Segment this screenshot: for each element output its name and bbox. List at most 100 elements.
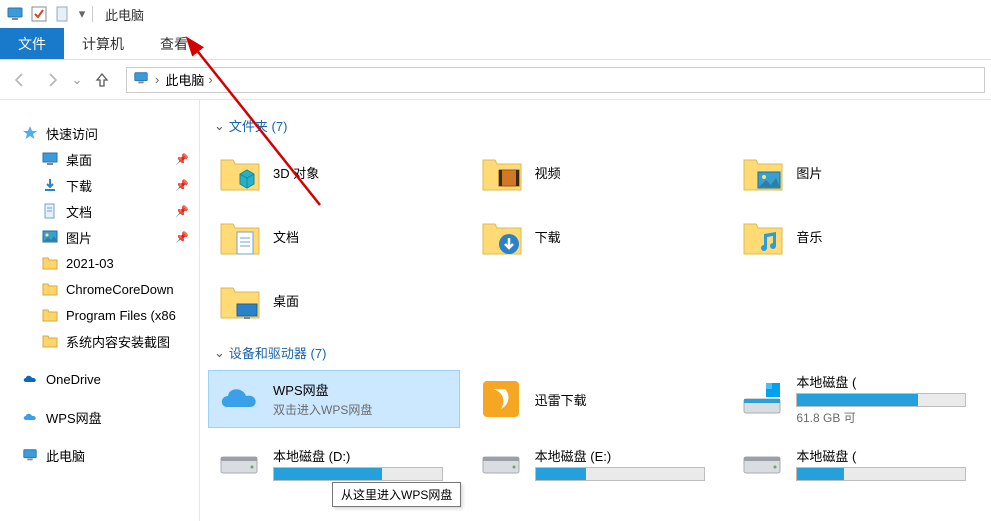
body: 快速访问 桌面📌下载📌文档📌图片📌2021-03ChromeCoreDownPr… [0,100,991,521]
sidebar-item[interactable]: 2021-03 [0,250,199,276]
sidebar-item[interactable]: 系统内容安装截图 [0,328,199,354]
group-header-label: 设备和驱动器 (7) [229,343,327,362]
folder-item[interactable]: 音乐 [731,207,983,265]
recent-dropdown[interactable]: ⌄ [70,66,84,94]
xunlei-icon [479,377,523,421]
title-divider [92,6,93,22]
group-header-folders[interactable]: ⌄ 文件夹 (7) [214,116,983,135]
tab-computer[interactable]: 计算机 [64,28,142,59]
forward-button[interactable] [38,66,66,94]
onedrive-icon [22,371,38,387]
sidebar-item[interactable]: 文档 📌 [0,198,199,224]
device-item[interactable]: 本地磁盘 ( [731,434,983,492]
sidebar-item[interactable]: ChromeCoreDown [0,276,199,302]
breadcrumb-crumb[interactable]: 此电脑 › [165,70,212,89]
item-name: 音乐 [796,227,822,246]
sidebar-quick-access[interactable]: 快速访问 [0,120,199,146]
chevron-down-icon: ⌄ [214,345,225,361]
chevron-right-icon[interactable]: › [208,72,212,87]
qat-item-icon[interactable] [52,3,74,25]
storage-bar [796,393,966,407]
this-pc-icon [22,447,38,463]
item-name: 下载 [535,227,561,246]
folders-grid: 3D 对象 视频 图片文档 下载 音乐桌面 [208,143,983,329]
folder-item[interactable]: 文档 [208,207,460,265]
pin-icon: 📌 [175,179,189,192]
folder-icon [42,307,58,323]
item-name: 3D 对象 [273,163,319,182]
folder-item[interactable]: 3D 对象 [208,143,460,201]
storage-bar [796,467,966,481]
sidebar-item-label: 2021-03 [66,256,114,271]
drive-icon [740,441,784,485]
content-pane: ⌄ 文件夹 (7) 3D 对象 视频 图片文档 下载 音乐桌面 ⌄ 设备和驱动器 (7)… [200,100,991,521]
group-header-label: 文件夹 (7) [229,116,288,135]
sidebar-this-pc[interactable]: 此电脑 [0,442,199,468]
drive-icon [217,441,261,485]
sidebar-onedrive[interactable]: OneDrive [0,366,199,392]
sidebar-item-label: 文档 [66,202,92,221]
device-item[interactable]: WPS网盘双击进入WPS网盘 [208,370,460,428]
item-name: 本地磁盘 ( [796,372,966,391]
up-button[interactable] [88,66,116,94]
item-name: 本地磁盘 (D:) [273,446,443,465]
group-header-devices[interactable]: ⌄ 设备和驱动器 (7) [214,343,983,362]
3d-icon [217,150,261,194]
pin-icon: 📌 [175,231,189,244]
window-title: 此电脑 [105,5,144,24]
sidebar-wps[interactable]: WPS网盘 [0,404,199,430]
storage-bar [273,467,443,481]
this-pc-icon [133,70,149,89]
folder-icon [42,333,58,349]
desktop-icon [42,151,58,167]
sidebar-item-label: 图片 [66,228,92,247]
qat-dropdown-icon[interactable]: ▾ [76,3,88,25]
quick-access-label: 快速访问 [46,124,199,143]
item-name: WPS网盘 [273,380,372,399]
wps-cloud-icon [22,409,38,425]
device-item[interactable]: 本地磁盘 (61.8 GB 可 [731,370,983,428]
this-pc-label: 此电脑 [46,446,199,465]
this-pc-icon[interactable] [4,3,26,25]
device-item[interactable]: 迅雷下载 [470,370,722,428]
item-name: 图片 [796,163,822,182]
sidebar-item[interactable]: 桌面📌 [0,146,199,172]
pin-icon: 📌 [175,205,189,218]
documents-icon [217,214,261,258]
folder-item[interactable]: 桌面 [208,271,460,329]
address-bar[interactable]: › 此电脑 › [126,67,985,93]
folder-item[interactable]: 图片 [731,143,983,201]
item-name: 视频 [535,163,561,182]
tooltip: 从这里进入WPS网盘 [332,482,461,507]
sidebar-item[interactable]: 下载📌 [0,172,199,198]
folder-item[interactable]: 视频 [470,143,722,201]
item-subtitle: 双击进入WPS网盘 [273,401,372,418]
folder-icon [42,281,58,297]
back-button[interactable] [6,66,34,94]
pin-icon: 📌 [175,153,189,166]
folder-item[interactable]: 下载 [470,207,722,265]
wps-icon [217,377,261,421]
tab-view[interactable]: 查看 [142,28,206,59]
folder-icon [42,255,58,271]
checkbox-qat-icon[interactable] [28,3,50,25]
star-icon [22,125,38,141]
item-name: 本地磁盘 (E:) [535,446,705,465]
music-icon [740,214,784,258]
item-name: 迅雷下载 [535,390,587,409]
tab-file[interactable]: 文件 [0,28,64,59]
item-name: 文档 [273,227,299,246]
devices-grid: WPS网盘双击进入WPS网盘 迅雷下载 本地磁盘 (61.8 GB 可本地磁盘 (D… [208,370,983,492]
pictures-icon [42,229,58,245]
documents-icon [42,203,58,219]
downloads-icon [479,214,523,258]
pictures-icon [740,150,784,194]
sidebar-item[interactable]: Program Files (x86 [0,302,199,328]
sidebar-item[interactable]: 图片 📌 [0,224,199,250]
item-name: 桌面 [273,291,299,310]
drive-icon [479,441,523,485]
chevron-down-icon: ⌄ [214,118,225,134]
sidebar-item-label: Program Files (x86 [66,308,176,323]
device-item[interactable]: 本地磁盘 (E:) [470,434,722,492]
chevron-right-icon[interactable]: › [155,72,159,87]
